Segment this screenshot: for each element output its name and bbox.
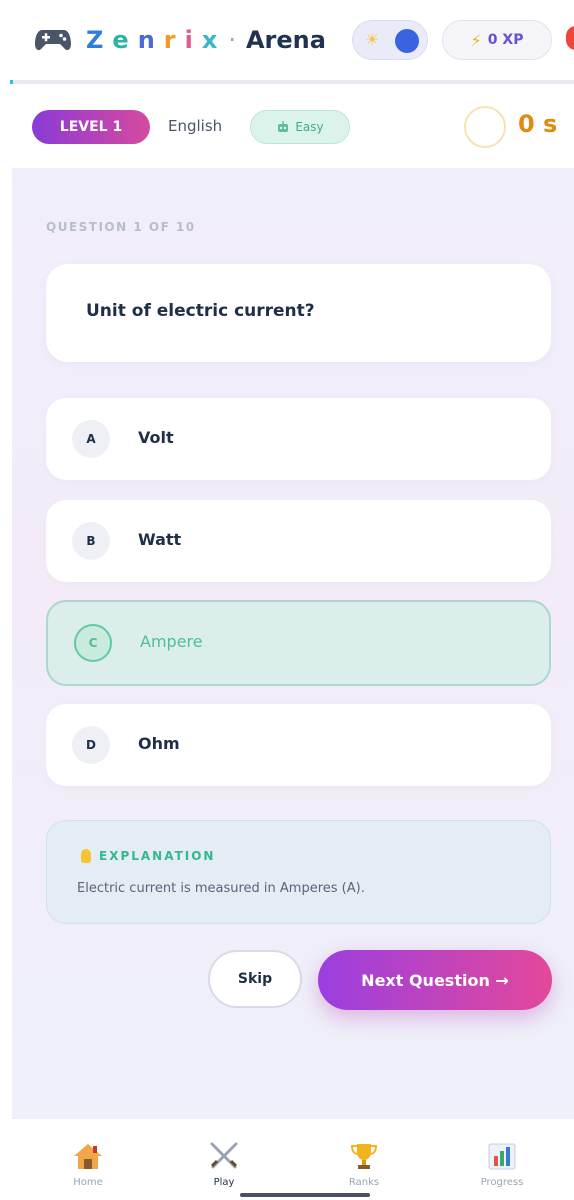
difficulty-label: Easy [295,120,324,134]
brand-letter: Z [86,26,104,54]
app-header: Z e n r i x · Arena ☀ ⚡ 0 XP [0,0,574,84]
brand-letter: x [201,26,218,54]
explanation-box: EXPLANATION Electric current is measured… [46,820,551,924]
timer-value: 0 s [518,110,558,138]
xp-value: 0 XP [487,32,524,48]
gamepad-icon [35,30,71,51]
answer-option-b[interactable]: B Watt [46,500,551,582]
language-label[interactable]: English [168,117,222,135]
explanation-title: EXPLANATION [81,849,215,863]
option-letter: B [72,522,110,560]
brand-letter: i [184,26,193,54]
brand-separator: · [228,26,236,54]
nav-label: Play [213,1177,235,1188]
xp-badge[interactable]: ⚡ 0 XP [442,20,552,60]
option-letter: A [72,420,110,458]
level-badge: LEVEL 1 [32,110,150,144]
nav-item-ranks[interactable]: Ranks [304,1119,424,1200]
timer-ring [464,106,506,148]
option-letter: C [74,624,112,662]
bar-chart-icon [488,1143,516,1170]
brand-letter: n [137,26,155,54]
home-indicator [240,1193,370,1197]
option-letter: D [72,726,110,764]
lightbulb-icon [81,849,91,863]
bottom-nav: Home Play Ranks Progress [12,1118,574,1200]
nav-item-play[interactable]: Play [164,1119,284,1200]
swords-icon [210,1142,238,1169]
nav-label: Progress [480,1177,524,1188]
option-label: Ohm [138,734,180,753]
toggle-knob [395,29,419,53]
skip-button[interactable]: Skip [208,950,302,1008]
answer-option-d[interactable]: D Ohm [46,704,551,786]
option-label: Watt [138,530,182,549]
quiz-info-bar: LEVEL 1 English Easy 0 s [12,84,574,168]
question-text: Unit of electric current? [86,301,315,321]
lightning-icon: ⚡ [470,30,482,50]
theme-toggle[interactable]: ☀ [352,20,428,60]
nav-label: Home [73,1177,103,1188]
brand-suffix: Arena [245,26,326,54]
heart-icon[interactable] [566,26,574,50]
brand-logo[interactable]: Z e n r i x · Arena [34,18,326,62]
nav-label: Ranks [348,1177,380,1188]
trophy-icon [350,1144,378,1169]
answer-option-c[interactable]: C Ampere [46,600,551,686]
option-label: Ampere [140,632,203,651]
brand-letter: r [163,26,176,54]
explanation-heading: EXPLANATION [99,849,216,863]
quiz-app: Z e n r i x · Arena ☀ ⚡ 0 XP LEVEL 1 Eng… [0,0,574,1200]
sun-icon: ☀ [365,30,380,49]
home-icon [74,1144,102,1169]
nav-item-home[interactable]: Home [28,1119,148,1200]
nav-item-progress[interactable]: Progress [442,1119,562,1200]
next-question-button[interactable]: Next Question → [318,950,552,1010]
difficulty-badge: Easy [250,110,350,144]
option-label: Volt [138,428,174,447]
explanation-text: Electric current is measured in Amperes … [77,881,365,896]
question-counter: QUESTION 1 OF 10 [46,220,196,234]
question-card: Unit of electric current? [46,264,551,362]
quiz-main: QUESTION 1 OF 10 Unit of electric curren… [12,168,574,1118]
brand-letter: e [112,26,129,54]
robot-icon [278,121,289,132]
answer-option-a[interactable]: A Volt [46,398,551,480]
